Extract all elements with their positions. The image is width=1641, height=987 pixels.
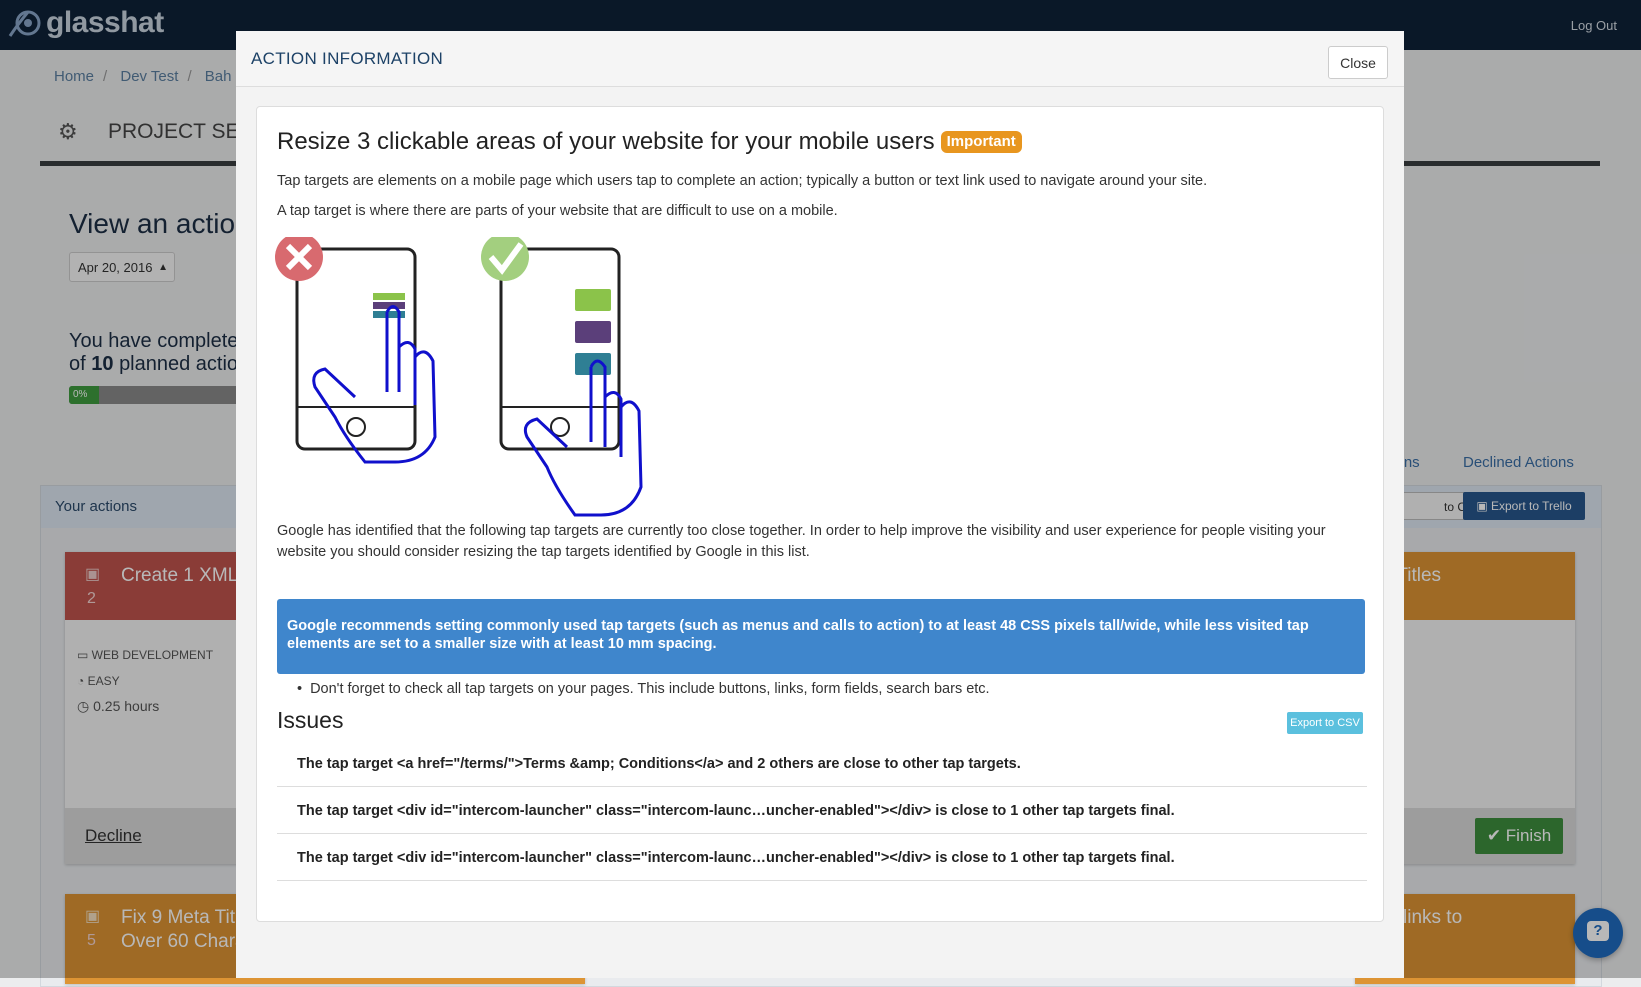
intro-paragraph-1: Tap targets are elements on a mobile pag… [277,173,1208,189]
google-identified-paragraph: Google has identified that the following… [277,523,1326,560]
good-phone-illustration [481,237,643,517]
tap-target-illustration [275,237,643,517]
tap-target-tip: Don't forget to check all tap targets on… [297,681,990,697]
intro-paragraph-2: A tap target is where there are parts of… [277,203,838,219]
modal-header: ACTION INFORMATION Close [236,31,1404,87]
action-heading-text: Resize 3 clickable areas of your website… [277,128,935,155]
close-button[interactable]: Close [1328,46,1388,79]
action-information-modal: ACTION INFORMATION Close Resize 3 clicka… [236,31,1404,978]
action-heading: Resize 3 clickable areas of your website… [277,127,1022,157]
important-badge: Important [940,131,1022,153]
export-csv-button[interactable]: Export to CSV [1287,712,1363,734]
bad-phone-illustration [275,237,437,464]
issues-heading: Issues [277,707,344,733]
issue-row: The tap target <a href="/terms/">Terms &… [277,742,1367,787]
modal-body: Resize 3 clickable areas of your website… [256,106,1384,922]
issue-row: The tap target <div id="intercom-launche… [277,789,1367,834]
google-recommendation-alert: Google recommends setting commonly used … [277,599,1365,674]
issue-row: The tap target <div id="intercom-launche… [277,836,1367,881]
modal-title: ACTION INFORMATION [251,49,444,68]
